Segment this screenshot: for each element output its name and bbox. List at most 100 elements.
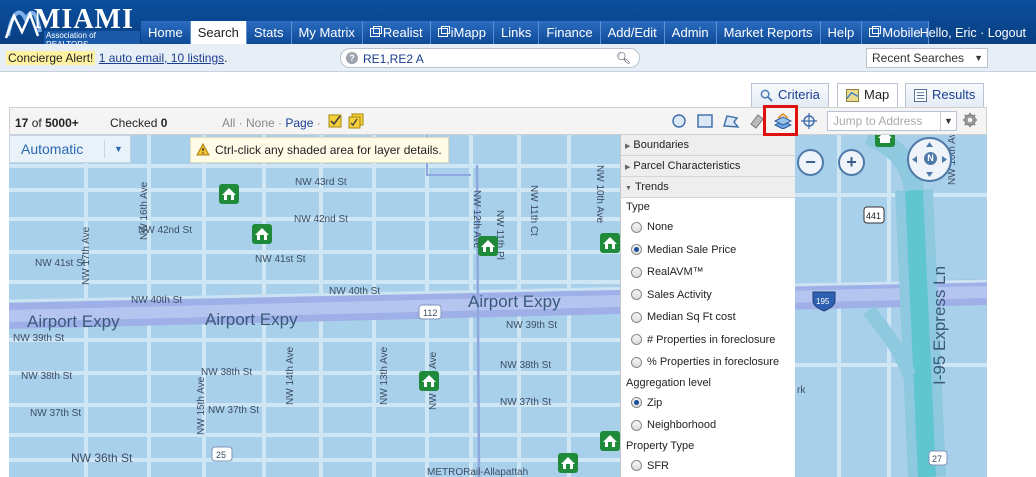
crosshair-icon[interactable] bbox=[800, 113, 818, 129]
property-marker[interactable] bbox=[419, 371, 439, 391]
radio-option[interactable]: # Properties in foreclosure bbox=[621, 329, 795, 352]
radio-button[interactable] bbox=[631, 266, 642, 278]
recent-searches-dropdown[interactable]: Recent Searches ▼ bbox=[866, 48, 988, 68]
radio-button[interactable] bbox=[631, 289, 642, 301]
property-marker[interactable] bbox=[600, 233, 620, 253]
layer-group-boundaries[interactable]: ▶ Boundaries bbox=[621, 135, 795, 156]
check-selected-icon[interactable] bbox=[328, 113, 346, 129]
radio-option[interactable]: None bbox=[621, 216, 795, 239]
nav-tab-realist[interactable]: Realist bbox=[362, 21, 431, 44]
gear-icon[interactable] bbox=[961, 112, 979, 128]
tab-results[interactable]: Results bbox=[905, 83, 985, 107]
map-mode-dropdown[interactable]: Automatic ▼ bbox=[9, 135, 131, 163]
tab-map[interactable]: Map bbox=[837, 83, 899, 107]
radius-search-icon[interactable] bbox=[670, 113, 688, 129]
layer-group-boundaries-label: Boundaries bbox=[633, 139, 690, 151]
nav-tab-market-reports[interactable]: Market Reports bbox=[716, 21, 821, 44]
select-page-link[interactable]: Page bbox=[285, 116, 313, 130]
radio-button[interactable] bbox=[631, 460, 642, 472]
nav-tab-add-edit[interactable]: Add/Edit bbox=[600, 21, 665, 44]
street-label-nw-37th-st: NW 37th St bbox=[208, 405, 259, 416]
logout-link[interactable]: Logout bbox=[988, 26, 1026, 40]
nav-tab-search[interactable]: Search bbox=[190, 21, 247, 44]
select-all-link[interactable]: All bbox=[222, 116, 235, 130]
nav-tab-admin[interactable]: Admin bbox=[664, 21, 717, 44]
zoom-in-button[interactable]: + bbox=[838, 149, 865, 176]
speedbar-search-value[interactable]: RE1,RE2 A bbox=[363, 52, 424, 66]
layer-group-parcel[interactable]: ▶ Parcel Characteristics bbox=[621, 156, 795, 177]
jump-to-address-input[interactable]: Jump to Address ▼ bbox=[827, 111, 957, 131]
concierge-alert-link[interactable]: 1 auto email, 10 listings bbox=[99, 51, 224, 65]
property-marker[interactable] bbox=[558, 453, 578, 473]
street-label-nw-41st-st-west: NW 41st St bbox=[35, 258, 86, 269]
street-label-nw-16th-ave: NW 16th Ave bbox=[139, 181, 150, 240]
pan-compass[interactable]: N bbox=[907, 137, 952, 182]
nav-tab-finance[interactable]: Finance bbox=[539, 21, 601, 44]
radio-option-label: Zip bbox=[647, 396, 663, 409]
help-icon[interactable]: ? bbox=[346, 52, 358, 64]
chevron-down-icon[interactable]: ▼ bbox=[940, 112, 956, 130]
nav-tab-label: iMapp bbox=[450, 25, 487, 40]
result-count-of: of bbox=[31, 116, 42, 130]
nav-tab-home[interactable]: Home bbox=[141, 21, 191, 44]
nav-tab-stats[interactable]: Stats bbox=[246, 21, 292, 44]
radio-option[interactable]: % Properties in foreclosure bbox=[621, 351, 795, 374]
layer-group-trends[interactable]: ▼ Trends bbox=[621, 177, 795, 198]
radio-button[interactable] bbox=[631, 334, 642, 346]
aggregation-options: Zip Neighborhood bbox=[621, 392, 795, 437]
property-marker[interactable] bbox=[219, 184, 239, 204]
polygon-search-icon[interactable] bbox=[722, 113, 740, 129]
radio-button[interactable] bbox=[631, 397, 642, 409]
nav-tab-links[interactable]: Links bbox=[494, 21, 540, 44]
nav-tab-label: Add/Edit bbox=[607, 25, 657, 40]
miami-realtors-logo[interactable]: MIAMI Association of REALTORS bbox=[4, 2, 140, 49]
route-shield-25-label: 25 bbox=[216, 450, 226, 460]
radio-option[interactable]: RealAVM™ bbox=[621, 261, 795, 284]
new-window-icon bbox=[869, 26, 882, 37]
nav-tab-my-matrix[interactable]: My Matrix bbox=[291, 21, 363, 44]
property-marker[interactable] bbox=[875, 135, 895, 147]
property-marker[interactable] bbox=[252, 224, 272, 244]
radio-option[interactable]: Median Sq Ft cost bbox=[621, 306, 795, 329]
radio-button[interactable] bbox=[631, 221, 642, 233]
radio-option-label: RealAVM™ bbox=[647, 266, 704, 279]
search-icon[interactable]: 🔍︎ bbox=[616, 51, 631, 65]
speedbar-search[interactable]: ? RE1,RE2 A 🔍︎ bbox=[340, 48, 640, 68]
nav-tab-label: Stats bbox=[253, 25, 284, 40]
radio-button[interactable] bbox=[631, 311, 642, 323]
street-label-nw-42nd-st: NW 42nd St bbox=[294, 214, 348, 225]
street-label-nw-38th-st-east: NW 38th St bbox=[500, 360, 551, 371]
tab-criteria-label: Criteria bbox=[778, 87, 820, 102]
property-marker[interactable] bbox=[478, 236, 498, 256]
result-count-number: 17 bbox=[15, 116, 29, 130]
radio-option[interactable]: SFR bbox=[621, 455, 795, 477]
rectangle-search-icon[interactable] bbox=[696, 113, 714, 129]
user-links: Hello, Eric · Logout bbox=[920, 26, 1026, 40]
nav-tab-label: Finance bbox=[546, 25, 593, 40]
zoom-out-button[interactable]: − bbox=[797, 149, 824, 176]
radio-button[interactable] bbox=[631, 244, 642, 256]
radio-option[interactable]: Sales Activity bbox=[621, 284, 795, 307]
radio-button[interactable] bbox=[631, 356, 642, 368]
select-none-link[interactable]: None bbox=[246, 116, 275, 130]
check-multiple-icon[interactable] bbox=[348, 113, 366, 129]
map-canvas[interactable]: NW 43rd St NW 43rd St NW 42nd St NW 42nd… bbox=[9, 135, 987, 477]
nav-tab-help[interactable]: Help bbox=[820, 21, 863, 44]
street-label-nw-14th-ave: NW 14th Ave bbox=[285, 346, 296, 405]
street-label-nw-38th-st: NW 38th St bbox=[201, 367, 252, 378]
compass-north-icon[interactable]: N bbox=[924, 152, 937, 165]
chevron-down-icon[interactable]: ▼ bbox=[114, 136, 123, 162]
street-label-airport-expy-2: Airport Expy bbox=[205, 310, 298, 329]
tab-criteria[interactable]: Criteria bbox=[751, 83, 829, 107]
nav-tab-mobile[interactable]: Mobile bbox=[862, 21, 929, 44]
radio-option[interactable]: Zip bbox=[621, 392, 795, 415]
property-marker[interactable] bbox=[600, 431, 620, 451]
map-tiles[interactable]: NW 43rd St NW 43rd St NW 42nd St NW 42nd… bbox=[9, 135, 987, 477]
nav-tab-imapp[interactable]: iMapp bbox=[430, 21, 495, 44]
radio-button[interactable] bbox=[631, 419, 642, 431]
property-type-label: Property Type bbox=[626, 439, 695, 452]
radio-option[interactable]: Median Sale Price bbox=[621, 239, 795, 262]
map-label-fragment: rk bbox=[797, 385, 806, 396]
radio-option[interactable]: Neighborhood bbox=[621, 414, 795, 437]
expand-triangle-icon: ▶ bbox=[625, 164, 631, 171]
